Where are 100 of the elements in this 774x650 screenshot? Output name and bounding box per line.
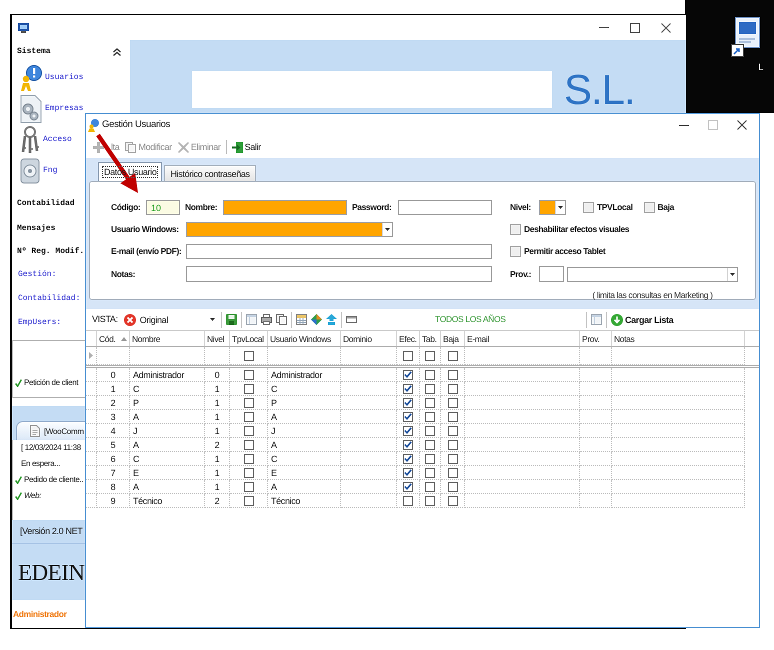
- order-text[interactable]: En espera...: [21, 459, 60, 469]
- menu-item[interactable]: Empresas: [45, 104, 84, 114]
- checkbox[interactable]: [403, 426, 413, 436]
- checkbox[interactable]: [425, 370, 435, 380]
- checkbox[interactable]: [448, 398, 458, 408]
- checkbox[interactable]: [448, 440, 458, 450]
- year-filter-link[interactable]: TODOS LOS AÑOS: [435, 314, 506, 325]
- checkbox[interactable]: [244, 350, 254, 360]
- table-cell[interactable]: [268, 347, 341, 365]
- checkbox[interactable]: [244, 440, 254, 450]
- table-cell[interactable]: [612, 347, 745, 365]
- menu-item[interactable]: Fng: [43, 166, 58, 176]
- password-field[interactable]: [398, 200, 492, 215]
- checkbox[interactable]: [403, 454, 413, 464]
- checkbox[interactable]: [403, 496, 413, 506]
- checkbox[interactable]: [425, 468, 435, 478]
- checkbox[interactable]: [425, 496, 435, 506]
- column-header[interactable]: Dominio: [341, 331, 397, 346]
- checkbox[interactable]: [448, 482, 458, 492]
- row-header-cell[interactable]: [86, 382, 97, 396]
- checkbox[interactable]: [425, 454, 435, 464]
- checkbox[interactable]: [403, 412, 413, 422]
- notes-field[interactable]: [186, 266, 492, 282]
- table-cell[interactable]: [580, 347, 612, 365]
- copy-icon[interactable]: [276, 314, 287, 325]
- checkbox[interactable]: [425, 398, 435, 408]
- table-cell[interactable]: [341, 347, 397, 365]
- order-text[interactable]: Web:: [24, 491, 42, 501]
- checkbox[interactable]: [244, 412, 254, 422]
- checkbox[interactable]: [510, 246, 521, 257]
- load-list-button[interactable]: Cargar Lista: [611, 312, 674, 328]
- checkbox[interactable]: [448, 350, 458, 360]
- checkbox[interactable]: [583, 202, 594, 213]
- close-icon[interactable]: [737, 120, 747, 130]
- column-header[interactable]: Usuario Windows: [268, 331, 341, 346]
- table-cell[interactable]: [130, 347, 205, 365]
- checkbox[interactable]: [425, 440, 435, 450]
- checkbox[interactable]: [644, 202, 655, 213]
- grid-icon[interactable]: [296, 314, 307, 325]
- column-header[interactable]: Cód.: [97, 331, 130, 346]
- close-icon[interactable]: [661, 22, 671, 32]
- checkbox[interactable]: [448, 412, 458, 422]
- province-code-field[interactable]: [539, 266, 564, 282]
- menu-item[interactable]: Acceso: [43, 134, 72, 144]
- checkbox[interactable]: [448, 468, 458, 478]
- table-cell[interactable]: [97, 347, 130, 365]
- checkbox[interactable]: [403, 384, 413, 394]
- section-title[interactable]: Contabilidad: [17, 198, 75, 208]
- checkbox[interactable]: [244, 398, 254, 408]
- orders-tab[interactable]: [WooComm: [16, 421, 85, 440]
- checkbox[interactable]: [244, 384, 254, 394]
- checkbox[interactable]: [403, 482, 413, 492]
- checkbox[interactable]: [425, 482, 435, 492]
- checkbox[interactable]: [448, 496, 458, 506]
- minimize-icon[interactable]: [679, 124, 689, 126]
- row-header-cell[interactable]: [86, 410, 97, 424]
- checkbox[interactable]: [403, 440, 413, 450]
- column-header[interactable]: Efec.: [397, 331, 420, 346]
- section-title[interactable]: Mensajes: [17, 224, 56, 234]
- checkbox[interactable]: [448, 370, 458, 380]
- order-text[interactable]: [ 12/03/2024 11:38: [21, 443, 81, 453]
- up-arrow-icon[interactable]: [326, 314, 337, 325]
- column-header[interactable]: Nivel: [205, 331, 230, 346]
- checkbox[interactable]: [403, 350, 413, 360]
- checkbox[interactable]: [244, 370, 254, 380]
- checkbox[interactable]: [448, 384, 458, 394]
- shortcut-label[interactable]: L: [758, 62, 763, 74]
- checkbox[interactable]: [244, 496, 254, 506]
- maximize-icon[interactable]: [630, 22, 640, 32]
- checkbox[interactable]: [244, 426, 254, 436]
- checkbox[interactable]: [425, 350, 435, 360]
- tab[interactable]: Histórico contraseñas: [164, 165, 256, 181]
- row-header-cell[interactable]: [86, 466, 97, 480]
- table-cell[interactable]: [465, 347, 580, 365]
- column-header[interactable]: E-mail: [465, 331, 580, 346]
- table-cell[interactable]: [205, 347, 230, 365]
- column-header[interactable]: Baja: [441, 331, 465, 346]
- checkbox[interactable]: [425, 426, 435, 436]
- row-header-cell[interactable]: [86, 424, 97, 438]
- column-header[interactable]: Notas: [612, 331, 745, 346]
- save-icon[interactable]: [226, 314, 237, 325]
- row-header-cell[interactable]: [86, 480, 97, 494]
- exit-button[interactable]: Salir: [230, 139, 262, 155]
- row-header-cell[interactable]: [86, 396, 97, 410]
- email-field[interactable]: [186, 244, 492, 259]
- row-header-cell[interactable]: [86, 494, 97, 508]
- checkbox[interactable]: [244, 482, 254, 492]
- checkbox[interactable]: [244, 454, 254, 464]
- view-dropdown[interactable]: Original: [122, 312, 217, 328]
- column-header[interactable]: TpvLocal: [230, 331, 268, 346]
- name-field[interactable]: [223, 200, 347, 215]
- printer-icon[interactable]: [260, 314, 272, 325]
- column-header[interactable]: Nombre: [130, 331, 205, 346]
- shortcut-icon[interactable]: [731, 17, 763, 57]
- column-header[interactable]: Prov.: [580, 331, 612, 346]
- checkbox[interactable]: [403, 468, 413, 478]
- row-header-cell[interactable]: [86, 438, 97, 452]
- row-header-cell[interactable]: [86, 368, 97, 382]
- checkbox[interactable]: [403, 370, 413, 380]
- order-text[interactable]: Pedido de cliente..: [24, 475, 84, 485]
